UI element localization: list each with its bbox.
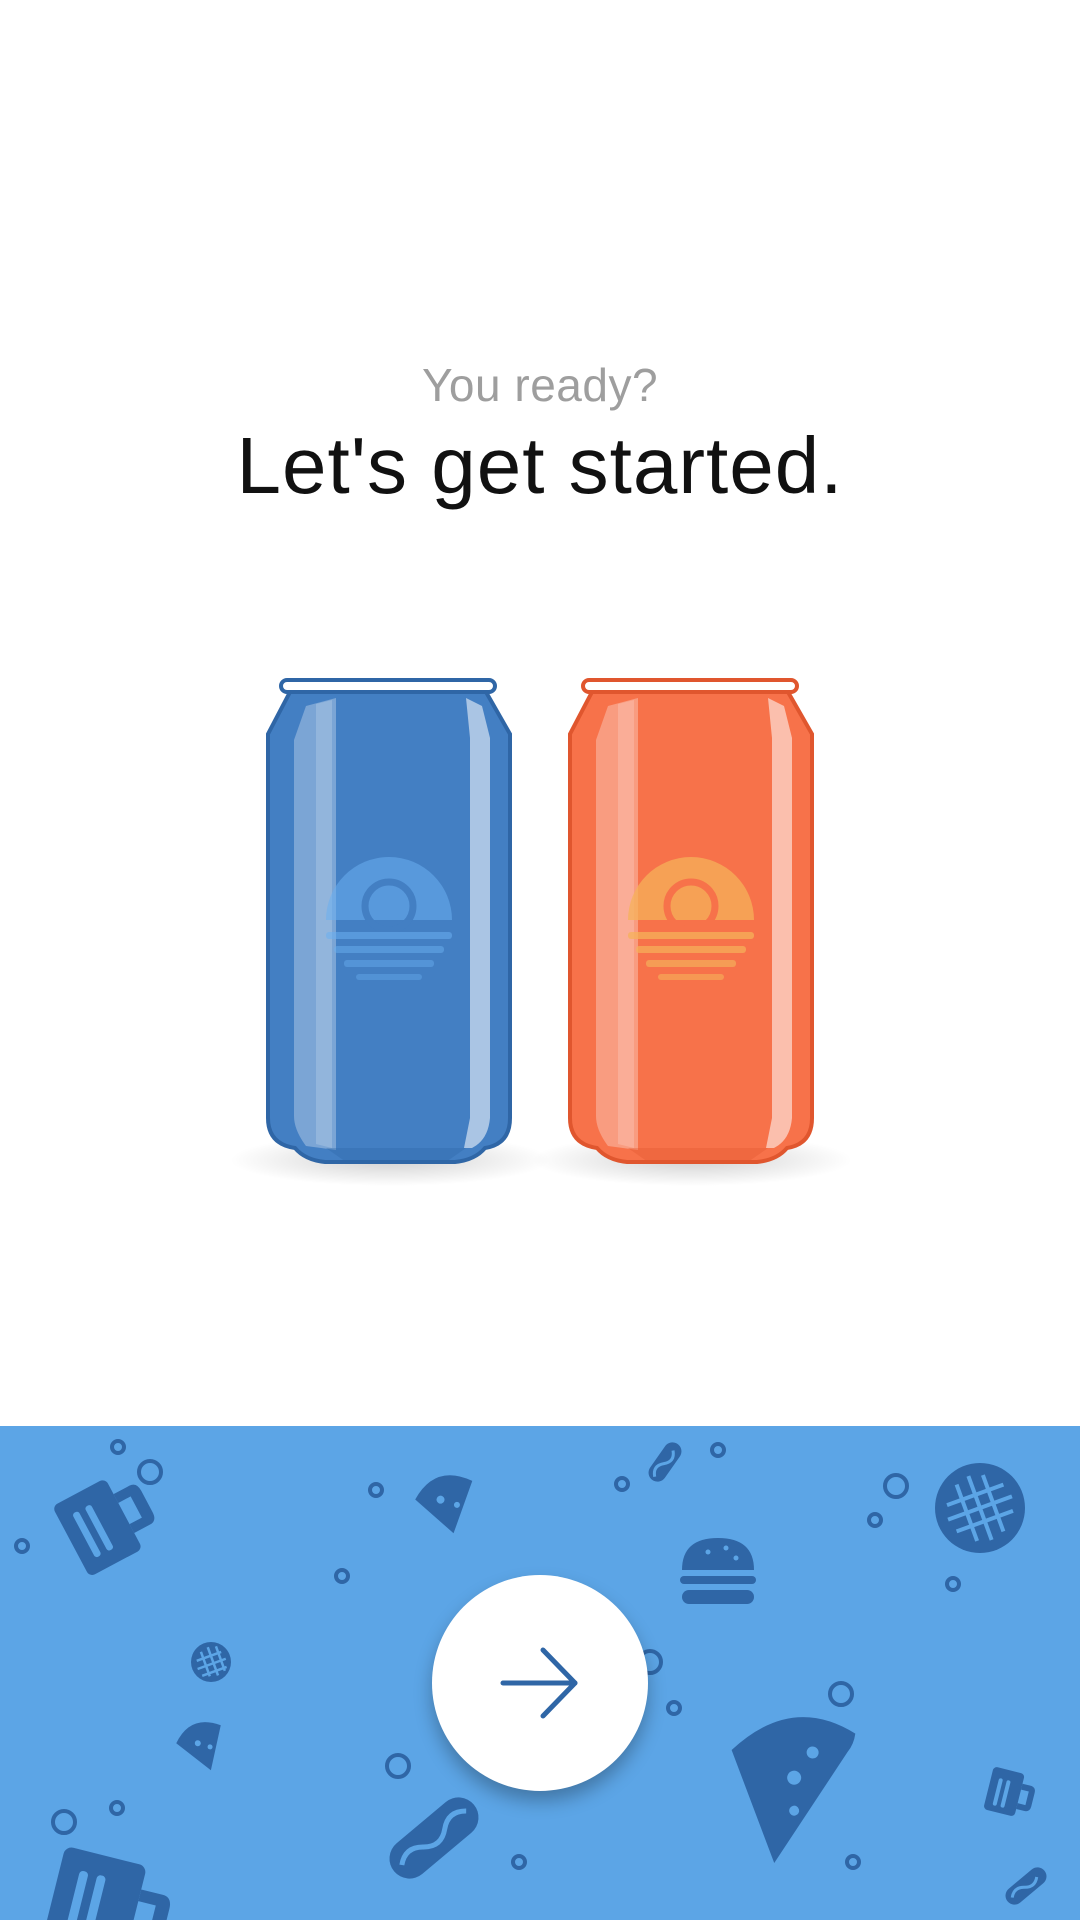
pizza-slice-icon <box>415 1475 473 1534</box>
blue-can-icon <box>230 678 550 1186</box>
orange-can-icon <box>532 678 852 1186</box>
bottom-panel <box>0 1426 1080 1920</box>
sun-logo-icon <box>628 857 754 980</box>
waffle-icon <box>191 1642 231 1682</box>
sun-logo-icon <box>326 857 452 980</box>
waffle-icon <box>935 1463 1025 1553</box>
onboarding-headline: Let's get started. <box>236 421 844 510</box>
pizza-slice-icon <box>176 1722 221 1771</box>
onboarding-subtitle: You ready? <box>421 359 659 411</box>
pizza-slice-icon <box>731 1717 856 1864</box>
onboarding-screen: You ready? Let's get started. <box>0 0 1080 1920</box>
hot-dog-icon <box>389 1797 479 1879</box>
hot-dog-icon <box>1005 1867 1047 1905</box>
burger-icon <box>680 1538 756 1604</box>
arrow-right-icon <box>500 1647 578 1719</box>
beer-mug-icon <box>40 1847 171 1920</box>
beer-mug-icon <box>984 1767 1035 1816</box>
soda-cans-illustration <box>230 678 852 1186</box>
hot-dog-icon <box>648 1442 682 1482</box>
next-button[interactable] <box>432 1575 648 1791</box>
